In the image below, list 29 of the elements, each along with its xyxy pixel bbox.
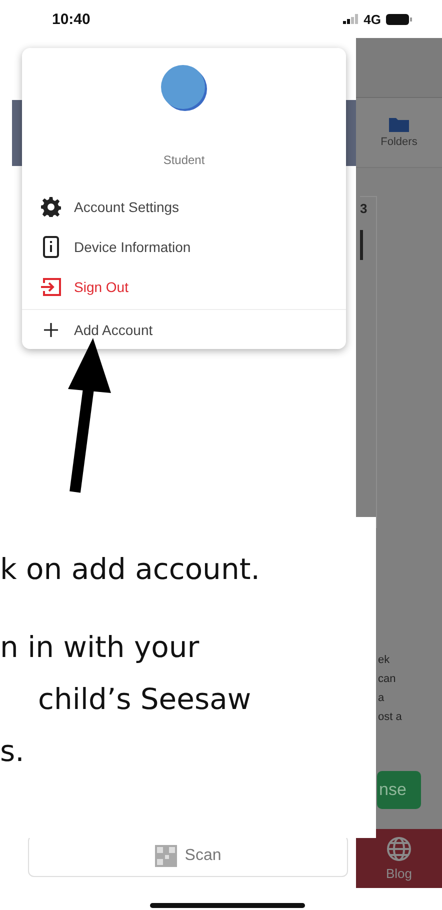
signal-icon [342, 14, 359, 24]
gear-icon [41, 197, 61, 217]
folder-icon [389, 116, 409, 132]
instruction-text: n in with your [0, 629, 200, 666]
count-label: 3 [360, 200, 368, 216]
qr-code-icon [154, 845, 177, 867]
clock-time: 10:40 [52, 10, 90, 28]
globe-icon [386, 836, 412, 862]
blog-tab[interactable]: Blog [356, 828, 442, 888]
sign-out-icon [41, 278, 61, 296]
scroll-bar [360, 230, 363, 260]
post-text: ost a [378, 710, 403, 725]
post-text: can [378, 672, 397, 687]
battery-icon [386, 14, 412, 24]
post-text: ek [378, 652, 391, 668]
role-label: Student [163, 153, 205, 167]
scan-button[interactable]: Scan [28, 835, 348, 877]
menu-item[interactable]: Sign Out [22, 267, 346, 307]
response-button[interactable]: nse [377, 770, 421, 809]
menu-item[interactable]: Device Information [22, 227, 346, 267]
instruction-text: k on add account. [0, 551, 261, 588]
post-text: a [378, 690, 386, 706]
instruction-text: child’s Seesaw [37, 681, 252, 718]
instruction-text: s. [0, 733, 26, 770]
network-label: 4G [364, 12, 381, 26]
menu-item[interactable]: Account Settings [22, 187, 346, 227]
phone-info-icon [43, 236, 59, 258]
plus-icon [44, 322, 58, 336]
avatar [160, 62, 208, 114]
